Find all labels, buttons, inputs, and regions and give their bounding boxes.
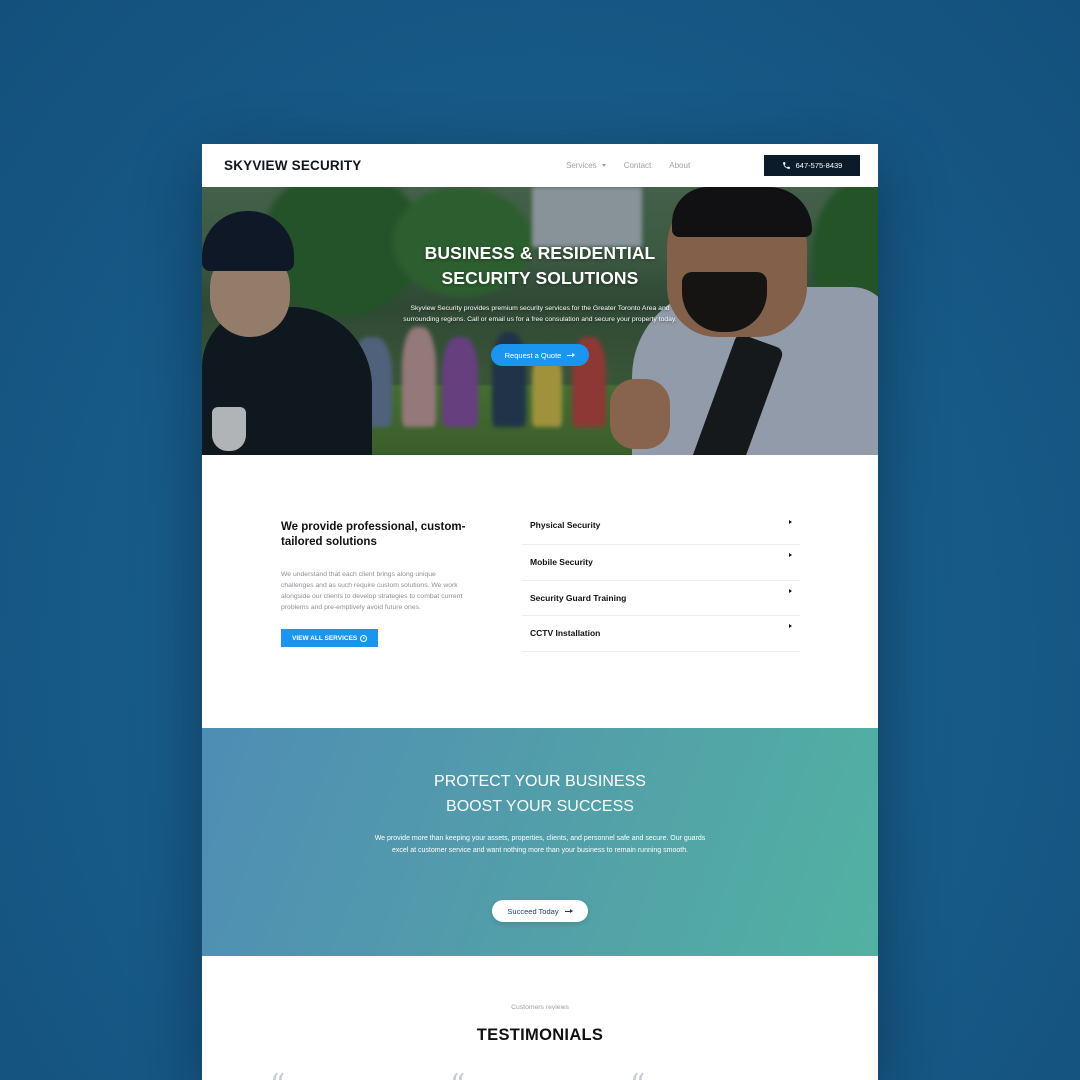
view-all-services-label: VIEW ALL SERVICES: [292, 634, 358, 642]
services-accordion: Physical Security Mobile Security Securi…: [522, 520, 800, 652]
hero-title: BUSINESS & RESIDENTIAL SECURITY SOLUTION…: [202, 241, 878, 291]
services-heading: We provide professional, custom- tailore…: [281, 520, 491, 550]
request-quote-label: Request a Quote: [504, 350, 562, 360]
cta-description-line: excel at customer service and want nothi…: [391, 846, 689, 854]
navbar: SKYVIEW SECURITY Services Contact About …: [202, 144, 878, 187]
arrow-right-icon: [567, 352, 576, 358]
testimonials-section: Customers reviews TESTIMONIALS “ “ “: [202, 956, 878, 1080]
quote-icon: “: [450, 1071, 465, 1080]
accordion-item-cctv-installation[interactable]: CCTV Installation: [522, 616, 800, 652]
paragraph-line: We understand that each client brings al…: [281, 571, 436, 578]
accordion-item-mobile-security[interactable]: Mobile Security: [522, 545, 800, 581]
caret-right-icon: [789, 588, 792, 593]
hero-content: BUSINESS & RESIDENTIAL SECURITY SOLUTION…: [202, 241, 878, 366]
hero-section: BUSINESS & RESIDENTIAL SECURITY SOLUTION…: [202, 187, 878, 455]
services-paragraph: We understand that each client brings al…: [281, 569, 491, 613]
request-quote-button[interactable]: Request a Quote: [490, 344, 590, 366]
accordion-item-label: Security Guard Training: [530, 592, 627, 603]
cta-title-line1: PROTECT YOUR BUSINESS: [434, 773, 646, 790]
nav-item-services[interactable]: Services: [566, 161, 606, 170]
accordion-item-label: Physical Security: [530, 520, 601, 530]
website-mockup: SKYVIEW SECURITY Services Contact About …: [202, 144, 878, 1080]
services-section: We provide professional, custom- tailore…: [202, 455, 878, 728]
hero-description-line: surrounding regions. Call or email us fo…: [403, 316, 677, 323]
accordion-item-physical-security[interactable]: Physical Security: [522, 520, 800, 545]
cta-description: We provide more than keeping your assets…: [360, 833, 720, 856]
caret-down-icon: [601, 164, 606, 167]
nav-item-label: About: [669, 161, 691, 170]
cta-section: PROTECT YOUR BUSINESS BOOST YOUR SUCCESS…: [202, 728, 878, 956]
caret-right-icon: [789, 553, 792, 557]
nav-item-label: Services: [566, 161, 597, 170]
quote-icon: “: [270, 1071, 285, 1080]
paragraph-line: alongside our clients to develop strateg…: [281, 593, 463, 600]
succeed-today-label: Succeed Today: [507, 906, 559, 916]
nav-item-about[interactable]: About: [669, 161, 690, 170]
services-heading-line: We provide professional, custom-: [281, 521, 466, 533]
brand-logo[interactable]: SKYVIEW SECURITY: [224, 158, 361, 173]
testimonials-subtitle: Customers reviews: [511, 1004, 569, 1011]
phone-button[interactable]: 647-575-8439: [764, 155, 860, 176]
caret-right-icon: [789, 624, 792, 628]
arrow-right-icon: [564, 908, 573, 914]
nav-item-label: Contact: [623, 161, 652, 170]
cta-title-line2: BOOST YOUR SUCCESS: [446, 798, 634, 815]
view-all-services-button[interactable]: VIEW ALL SERVICES: [281, 629, 379, 647]
testimonials-title: TESTIMONIALS: [476, 1026, 604, 1044]
hero-title-line: SECURITY SOLUTIONS: [441, 268, 639, 288]
phone-icon: [782, 162, 790, 169]
accordion-item-label: CCTV Installation: [530, 628, 601, 639]
paragraph-line: challenges and as such require custom so…: [281, 582, 458, 589]
quote-icon: “: [630, 1071, 645, 1080]
nav-item-contact[interactable]: Contact: [624, 161, 652, 170]
paragraph-line: problems and pre-emptively avoid future …: [281, 604, 421, 611]
phone-number: 647-575-8439: [795, 161, 843, 170]
nav-menu: Services Contact About: [566, 144, 690, 187]
hero-description-line: Skyview Security provides premium securi…: [410, 305, 670, 312]
hero-title-line: BUSINESS & RESIDENTIAL: [424, 243, 656, 263]
circle-arrow-icon: [360, 634, 368, 642]
services-heading-line: tailored solutions: [281, 536, 377, 548]
caret-right-icon: [789, 520, 792, 524]
accordion-item-label: Mobile Security: [530, 557, 593, 568]
hero-description: Skyview Security provides premium securi…: [390, 303, 690, 325]
services-intro: We provide professional, custom- tailore…: [281, 520, 491, 647]
succeed-today-button[interactable]: Succeed Today: [492, 900, 588, 922]
cta-description-line: We provide more than keeping your assets…: [374, 835, 706, 842]
accordion-item-guard-training[interactable]: Security Guard Training: [522, 581, 800, 616]
